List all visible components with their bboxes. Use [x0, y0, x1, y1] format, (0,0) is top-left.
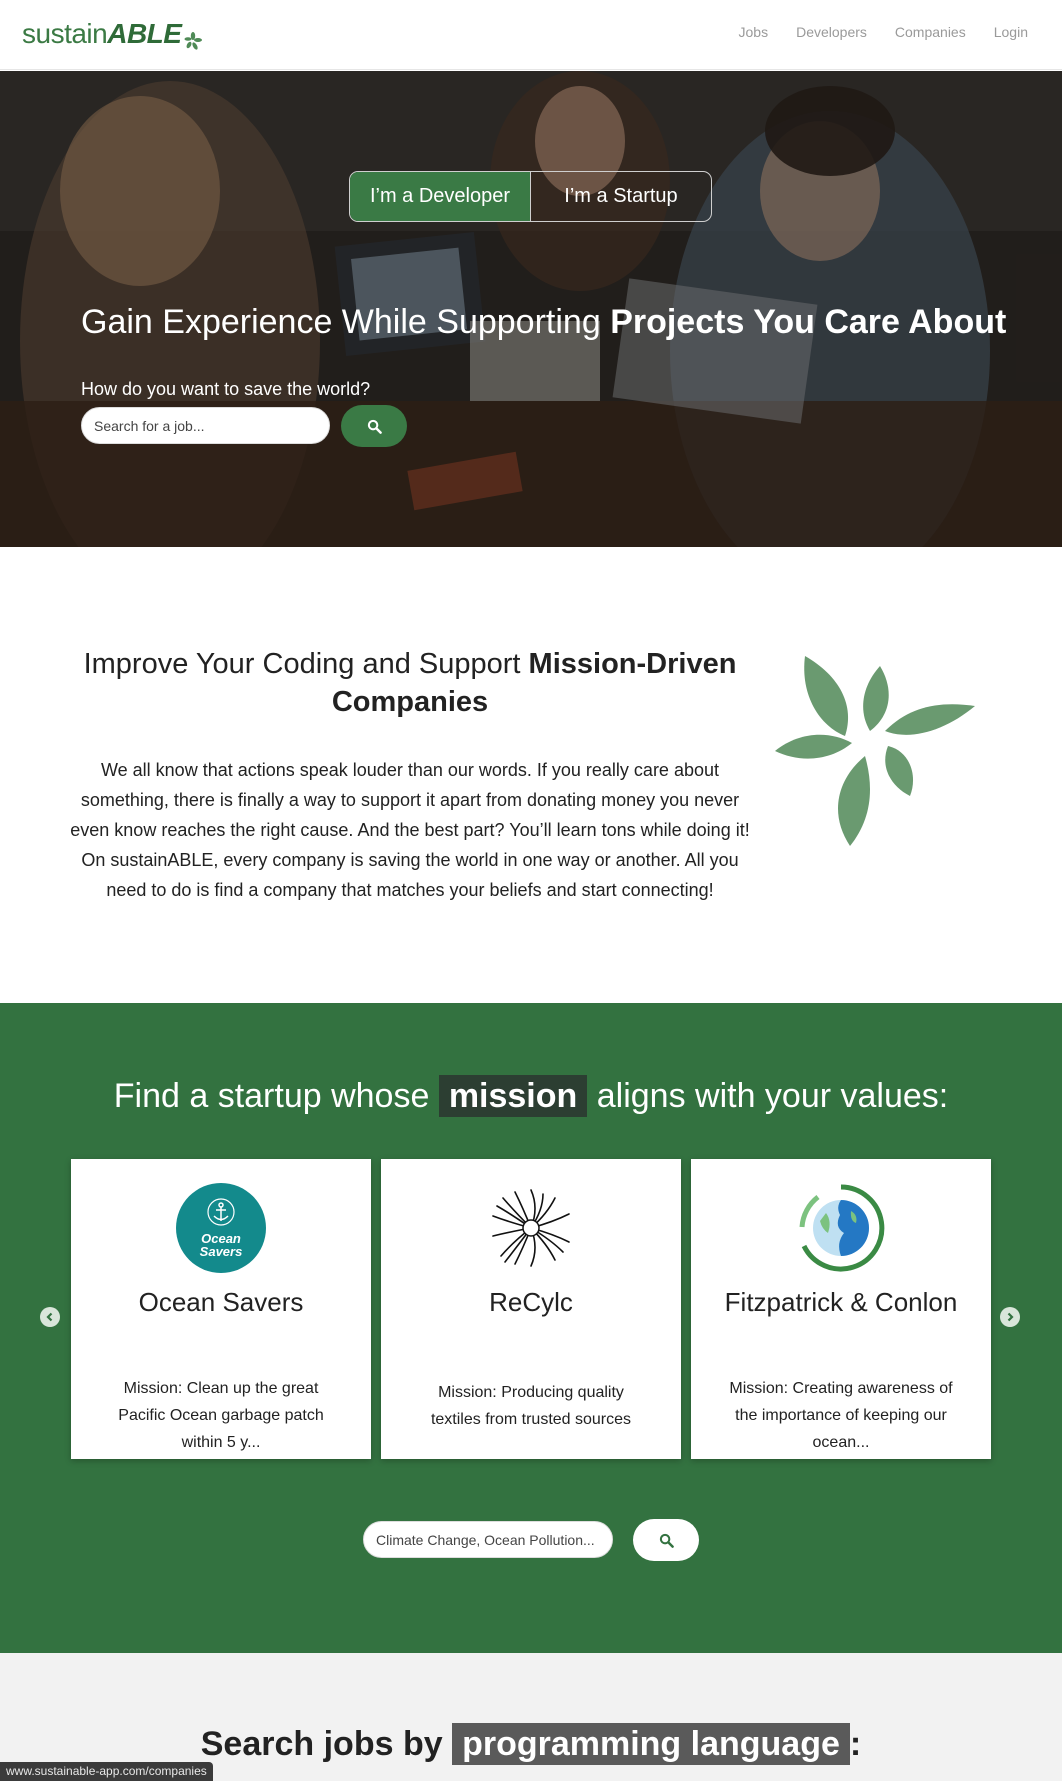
- languages-title-after: :: [849, 1725, 862, 1763]
- company-card[interactable]: ReCylc Mission: Producing quality textil…: [381, 1159, 681, 1459]
- languages-title: Search jobs by programming language:: [0, 1723, 1062, 1765]
- hero-subtitle: How do you want to save the world?: [81, 379, 371, 399]
- company-name: Fitzpatrick & Conlon: [724, 1287, 958, 1317]
- status-bar-url: www.sustainable-app.com/companies: [0, 1762, 213, 1781]
- developer-toggle-button[interactable]: I’m a Developer: [350, 172, 531, 221]
- company-card[interactable]: Ocean Savers Ocean Savers Mission: Clean…: [71, 1159, 371, 1459]
- company-mission: Mission: Producing quality textiles from…: [430, 1384, 632, 1428]
- company-logo: [796, 1183, 886, 1273]
- company-search-button[interactable]: [633, 1519, 699, 1561]
- role-toggle: I’m a Developer I’m a Startup: [349, 171, 712, 222]
- company-name: ReCylc: [489, 1287, 573, 1317]
- ocean-savers-logo: Ocean Savers: [176, 1183, 266, 1273]
- chevron-right-icon: [1007, 1312, 1014, 1322]
- fitzpatrick-conlon-logo: [799, 1184, 885, 1272]
- languages-title-before: Search jobs by: [200, 1725, 453, 1763]
- job-search-input[interactable]: [81, 407, 330, 444]
- logo-text-strong: ABLE: [107, 18, 182, 49]
- chevron-left-icon: [46, 1312, 53, 1322]
- nav-links: Jobs Developers Companies Login: [739, 24, 1029, 40]
- logo[interactable]: sustain ABLE: [22, 14, 203, 54]
- hero-title-light: Gain Experience While Supporting: [81, 303, 611, 341]
- navbar: sustain ABLE Jobs Developers Companies Lo…: [0, 0, 1062, 70]
- ocean-savers-logo-text-2: Savers: [200, 1244, 243, 1259]
- logo-text-light: sustain: [22, 18, 108, 49]
- startups-title-highlight: mission: [438, 1075, 588, 1117]
- startup-toggle-button[interactable]: I’m a Startup: [531, 172, 711, 221]
- languages-title-highlight: programming language: [452, 1723, 850, 1765]
- search-icon: [659, 1533, 674, 1548]
- company-search-input[interactable]: [363, 1521, 613, 1558]
- hero-title: Gain Experience While Supporting Project…: [81, 303, 1006, 342]
- nav-link-login[interactable]: Login: [994, 24, 1028, 40]
- recylc-logo: [492, 1189, 570, 1267]
- company-card[interactable]: Fitzpatrick & Conlon Mission: Creating a…: [691, 1159, 991, 1459]
- nav-link-developers[interactable]: Developers: [796, 24, 867, 40]
- improve-body-text: We all know that actions speak louder th…: [70, 760, 750, 900]
- hero-section: I’m a Developer I’m a Startup Gain Exper…: [0, 71, 1062, 547]
- carousel-next-button[interactable]: [1000, 1307, 1020, 1327]
- hero-title-strong: Projects You Care About: [610, 303, 1007, 341]
- nav-link-jobs[interactable]: Jobs: [739, 24, 769, 40]
- company-mission: Mission: Creating awareness of the impor…: [729, 1380, 953, 1451]
- improve-section: Improve Your Coding and Support Mission-…: [0, 547, 1062, 1003]
- improve-title: Improve Your Coding and Support Mission-…: [60, 645, 760, 721]
- job-search-button[interactable]: [341, 405, 407, 447]
- startups-title: Find a startup whose mission aligns with…: [0, 1075, 1062, 1117]
- company-name: Ocean Savers: [138, 1287, 304, 1317]
- startups-title-before: Find a startup whose: [113, 1077, 439, 1115]
- carousel-prev-button[interactable]: [40, 1307, 60, 1327]
- company-logo: Ocean Savers: [176, 1183, 266, 1273]
- leaf-icon: [184, 32, 203, 50]
- nav-link-companies[interactable]: Companies: [895, 24, 966, 40]
- company-logo: [486, 1183, 576, 1273]
- leaf-icon: [775, 656, 975, 846]
- startups-title-after: aligns with your values:: [587, 1077, 949, 1115]
- search-icon: [367, 419, 382, 434]
- improve-title-light: Improve Your Coding and Support: [83, 648, 529, 680]
- company-mission: Mission: Clean up the great Pacific Ocea…: [118, 1380, 324, 1451]
- startups-section: Find a startup whose mission aligns with…: [0, 1003, 1062, 1653]
